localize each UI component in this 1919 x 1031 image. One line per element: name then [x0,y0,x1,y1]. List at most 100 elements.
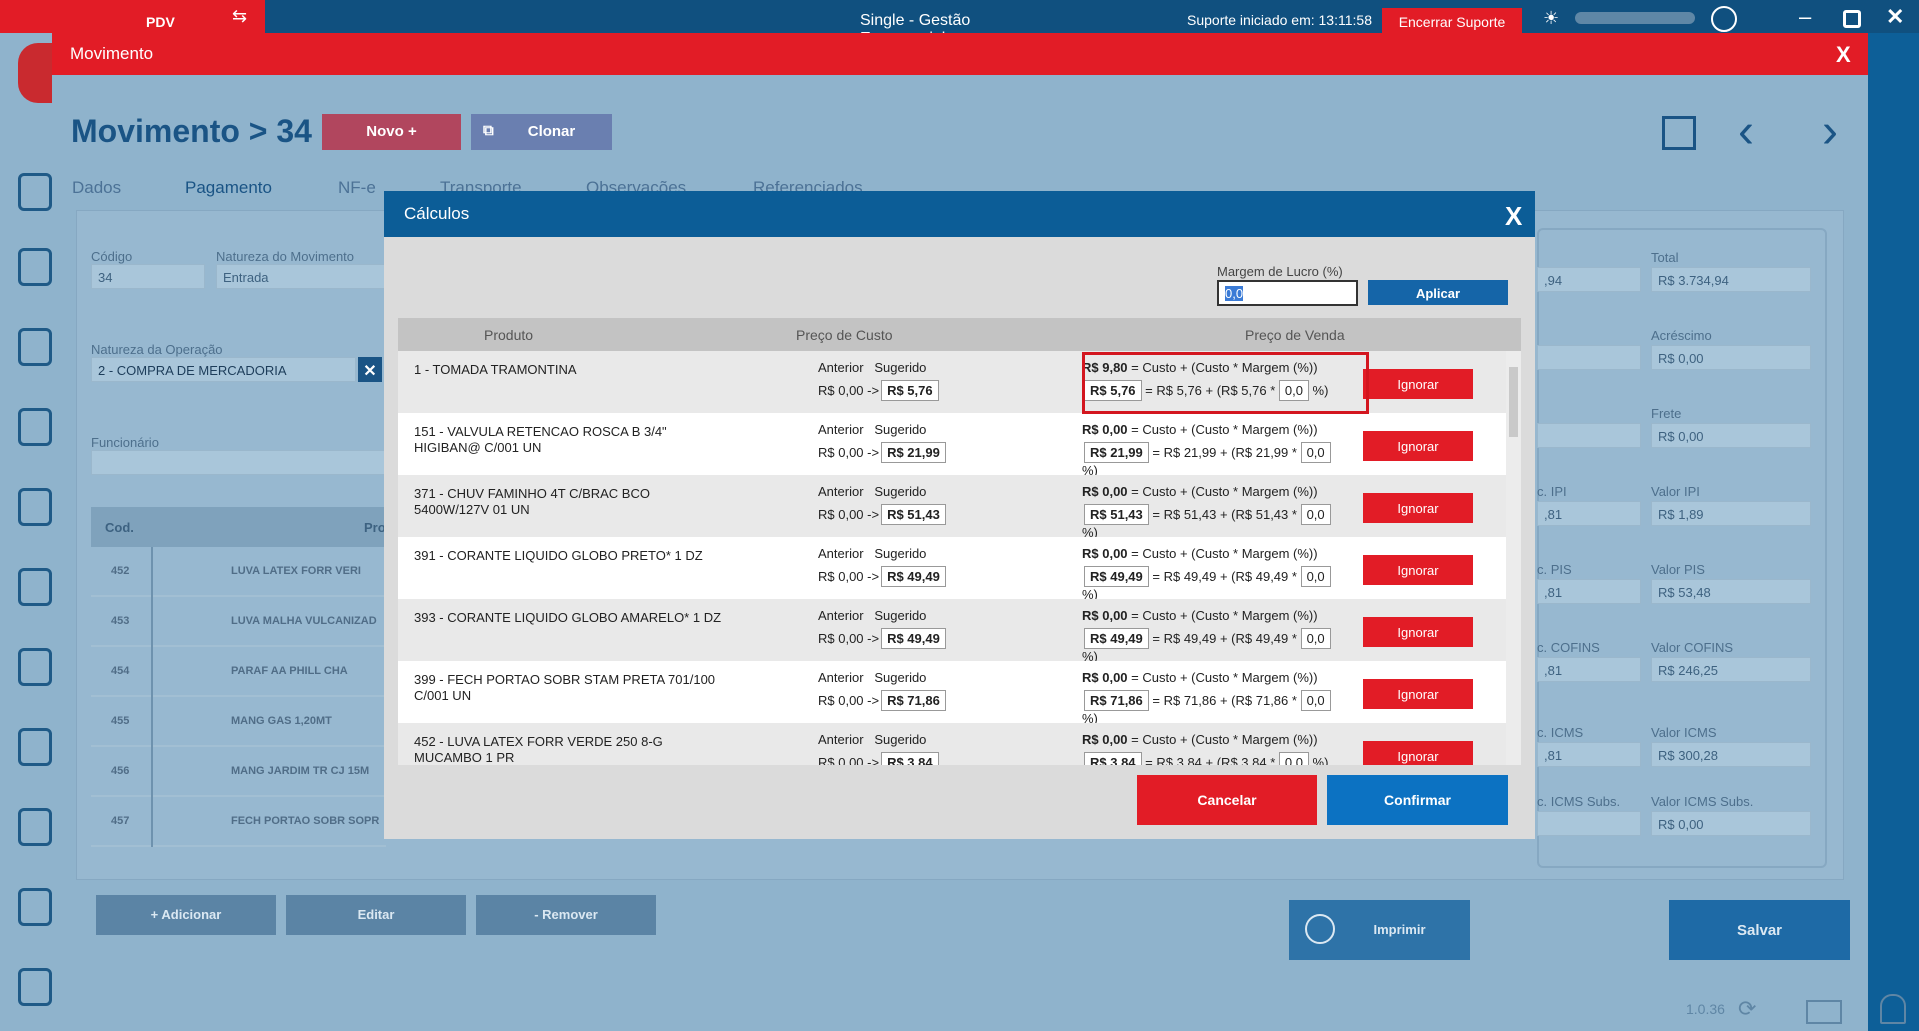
code-field[interactable]: 34 [91,264,205,289]
sale-price-field[interactable]: R$ 49,49 [1084,628,1149,649]
total-field[interactable]: R$ 0,00 [1651,811,1811,836]
sale-price-field[interactable]: R$ 49,49 [1084,566,1149,587]
switch-icon[interactable]: ⇆ [232,6,264,30]
partial-field[interactable]: ,94 [1537,267,1641,292]
ignore-button[interactable]: Ignorar [1363,431,1473,461]
sale-price-field[interactable]: R$ 51,43 [1084,504,1149,525]
ignore-button[interactable]: Ignorar [1363,741,1473,765]
operation-field[interactable]: 2 - COMPRA DE MERCADORIA [91,357,356,382]
confirm-button[interactable]: Confirmar [1327,775,1508,825]
box-icon[interactable] [18,488,52,526]
sun-icon[interactable]: ☀ [1543,8,1559,29]
report-icon[interactable] [18,648,52,686]
mail-icon[interactable] [1806,1000,1842,1024]
close-app-icon[interactable]: ✕ [1886,4,1904,30]
chart-icon[interactable] [18,728,52,766]
total-field[interactable]: R$ 246,25 [1651,657,1811,682]
tax-base-field[interactable]: ,81 [1537,742,1641,767]
row-margin-input[interactable]: 0,0 [1300,690,1331,711]
maximize-icon[interactable] [1843,10,1861,28]
suggested-cost-field[interactable]: R$ 49,49 [881,628,946,649]
table-row[interactable]: 454 PARAF AA PHILL CHA [91,647,386,697]
margin-input[interactable]: 0,0 [1217,280,1358,306]
close-modal-icon[interactable]: X [1505,201,1522,232]
row-margin-input[interactable]: 0,0 [1300,628,1331,649]
sale-price-field[interactable]: R$ 3,84 [1084,752,1142,765]
table-row[interactable]: 455 MANG GAS 1,20MT [91,697,386,747]
sale-price-field[interactable]: R$ 21,99 [1084,442,1149,463]
chevron-right-icon[interactable]: › [1822,104,1838,159]
table-row[interactable]: 453 LUVA MALHA VULCANIZAD [91,597,386,647]
print-button[interactable]: Imprimir [1289,900,1470,960]
row-margin-input[interactable]: 0,0 [1300,566,1331,587]
row-margin-input[interactable]: 0,0 [1278,752,1309,765]
suggested-cost-field[interactable]: R$ 3,84 [881,752,939,765]
tools-icon[interactable] [18,568,52,606]
remove-button[interactable]: - Remover [476,895,656,935]
table-row[interactable]: 452 LUVA LATEX FORR VERI [91,547,386,597]
row-margin-input[interactable]: 0,0 [1300,504,1331,525]
tab-nfe[interactable]: NF-e [338,178,376,198]
ignore-button[interactable]: Ignorar [1363,617,1473,647]
previous-cost: R$ 0,00 -> [818,569,880,584]
row-margin-input[interactable]: 0,0 [1300,442,1331,463]
clone-button[interactable]: ⧉ Clonar [471,114,612,150]
apply-button[interactable]: Aplicar [1368,280,1508,305]
table-row[interactable]: 456 MANG JARDIM TR CJ 15M [91,747,386,797]
clear-operation-icon[interactable]: ✕ [358,357,382,382]
tax-base-field[interactable]: ,81 [1537,501,1641,526]
total-field[interactable]: R$ 0,00 [1651,345,1811,370]
suggested-cost-field[interactable]: R$ 21,99 [881,442,946,463]
total-field[interactable]: R$ 53,48 [1651,579,1811,604]
stack-icon[interactable] [18,408,52,446]
close-window-icon[interactable]: X [1836,42,1856,67]
sync-icon[interactable]: ⟳ [1738,996,1756,1022]
tax-base-field[interactable] [1537,811,1641,836]
document-icon[interactable] [18,173,52,211]
chevron-left-icon[interactable]: ‹ [1738,104,1754,159]
ignore-button[interactable]: Ignorar [1363,369,1473,399]
suggested-cost-field[interactable]: R$ 51,43 [881,504,946,525]
cart-icon[interactable] [18,328,52,366]
open-external-icon[interactable] [1662,116,1696,150]
table-row[interactable]: 457 FECH PORTAO SOBR SOPR [91,797,386,847]
tax-base-field[interactable]: ,81 [1537,657,1641,682]
blank-field[interactable] [1537,345,1641,370]
exit-door-icon[interactable] [18,968,52,1006]
add-button[interactable]: + Adicionar [96,895,276,935]
total-field[interactable]: R$ 1,89 [1651,501,1811,526]
minimize-icon[interactable]: – [1799,4,1811,30]
pdv-label[interactable]: PDV [0,0,265,33]
save-button[interactable]: Salvar [1669,900,1850,960]
cancel-button[interactable]: Cancelar [1137,775,1317,825]
ignore-button[interactable]: Ignorar [1363,555,1473,585]
new-button[interactable]: Novo + [322,114,461,150]
gear-icon[interactable] [18,888,52,926]
edit-button[interactable]: Editar [286,895,466,935]
suggested-cost-field[interactable]: R$ 71,86 [881,690,946,711]
total-field[interactable]: R$ 0,00 [1651,423,1811,448]
blank-field[interactable] [1537,423,1641,448]
sugerido-label: Sugerido [874,608,927,623]
total-field[interactable]: R$ 300,28 [1651,742,1811,767]
suggested-cost-field[interactable]: R$ 49,49 [881,566,946,587]
tab-pagamento[interactable]: Pagamento [185,178,272,198]
ignore-button[interactable]: Ignorar [1363,493,1473,523]
bell-icon[interactable] [1880,994,1906,1024]
tax-base-field[interactable]: ,81 [1537,579,1641,604]
tax-base-label: c. ICMS Subs. [1537,794,1621,809]
suggested-cost-field[interactable]: R$ 5,76 [881,380,939,401]
people-icon[interactable] [18,248,52,286]
scroll-thumb[interactable] [1509,367,1518,437]
user-avatar-icon[interactable] [1711,6,1737,32]
ignore-button[interactable]: Ignorar [1363,679,1473,709]
total-field[interactable]: R$ 3.734,94 [1651,267,1811,292]
tab-dados[interactable]: Dados [72,178,121,198]
end-support-button[interactable]: Encerrar Suporte [1382,8,1522,36]
user-icon[interactable] [18,808,52,846]
employee-field[interactable] [91,450,386,475]
sale-price-field[interactable]: R$ 71,86 [1084,690,1149,711]
product-name: 391 - CORANTE LIQUIDO GLOBO PRETO* 1 DZ [414,548,703,563]
nature-field[interactable]: Entrada [216,264,386,289]
scrollbar[interactable] [1506,351,1521,765]
